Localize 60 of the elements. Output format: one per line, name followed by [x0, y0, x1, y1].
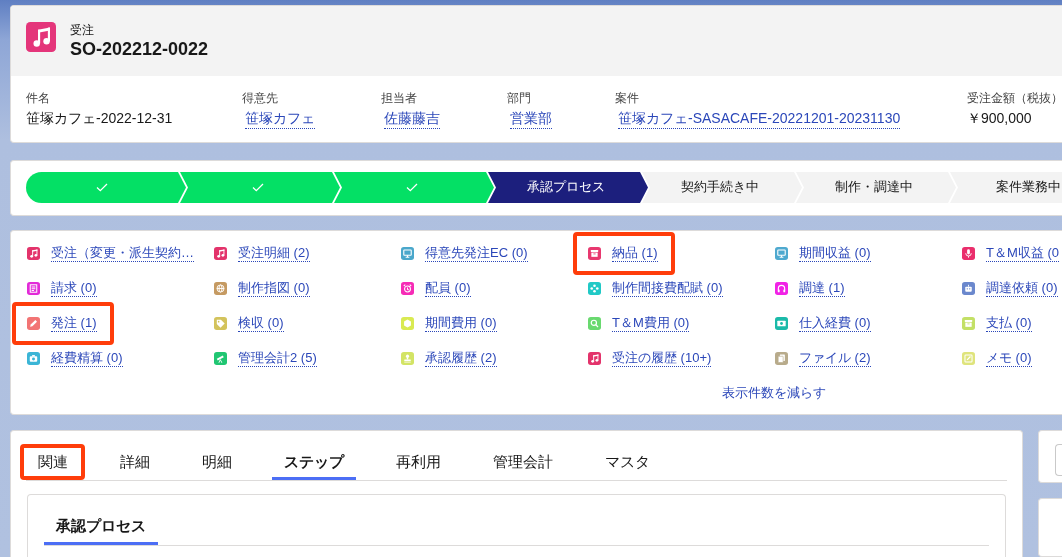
related-link[interactable]: ファイル (2) [799, 350, 871, 367]
related-link[interactable]: 仕入経費 (0) [799, 315, 871, 332]
path-step[interactable]: 制作・調達中 [796, 172, 956, 203]
tab[interactable]: 関連 [26, 444, 80, 480]
tab[interactable]: 再利用 [384, 444, 453, 480]
check-icon [406, 183, 418, 192]
field-value: 笹塚カフェ-2022-12-31 [26, 109, 173, 128]
related-link[interactable]: 管理会計2 (5) [238, 350, 317, 367]
check-icon [96, 183, 108, 192]
related-link[interactable]: 経費精算 (0) [51, 350, 123, 367]
related-link[interactable]: 調達依頼 (0) [986, 280, 1058, 297]
path-step[interactable]: 承認プロセス [488, 172, 648, 203]
related-link[interactable]: 制作間接費配賦 (0) [612, 280, 723, 297]
field-label: 担当者 [381, 91, 417, 106]
related-link[interactable]: T＆M費用 (0) [612, 315, 690, 332]
check-icon [252, 183, 264, 192]
related-link[interactable]: メモ (0) [986, 350, 1032, 367]
side-card [1038, 498, 1062, 557]
field-label: 案件 [615, 91, 639, 106]
tab[interactable]: ステップ [272, 444, 356, 480]
field-value: ￥900,000 [967, 109, 1032, 128]
tab[interactable]: 管理会計 [481, 444, 565, 480]
path-step[interactable] [180, 172, 340, 203]
related-link[interactable]: 受注の履歴 (10+) [612, 350, 712, 367]
related-link[interactable]: 期間費用 (0) [425, 315, 497, 332]
related-link[interactable]: 配員 (0) [425, 280, 471, 297]
path-step[interactable] [334, 172, 494, 203]
field-link[interactable]: 笹塚カフェ [245, 109, 315, 129]
field-link[interactable]: 笹塚カフェ-SASACAFE-20221201-20231130 [618, 109, 901, 129]
field-link[interactable]: 営業部 [510, 109, 552, 129]
path-step[interactable] [26, 172, 186, 203]
related-link[interactable]: 発注 (1) [51, 315, 97, 332]
related-link[interactable]: 得意先発注EC (0) [425, 245, 528, 262]
tab[interactable]: 詳細 [108, 444, 162, 480]
input-field[interactable] [1055, 444, 1062, 476]
related-link[interactable]: 制作指図 (0) [238, 280, 310, 297]
subtab[interactable]: 承認プロセス [44, 508, 158, 545]
related-link[interactable]: 支払 (0) [986, 315, 1032, 332]
tab[interactable]: 明細 [190, 444, 244, 480]
field-label: 得意先 [242, 91, 278, 106]
record-title: SO-202212-0022 [70, 38, 209, 60]
path-step[interactable]: 契約手続き中 [642, 172, 802, 203]
tab[interactable]: マスタ [593, 444, 662, 480]
related-link[interactable]: 受注明細 (2) [238, 245, 310, 262]
show-less-link[interactable]: 表示件数を減らす [722, 384, 826, 402]
field-label: 部門 [507, 91, 531, 106]
music-note-icon [26, 22, 56, 52]
field-label: 件名 [26, 91, 50, 106]
field-link[interactable]: 佐藤藤吉 [384, 109, 440, 129]
related-link[interactable]: 検収 (0) [238, 315, 284, 332]
path-step[interactable]: 案件業務中 [950, 172, 1062, 203]
field-label: 受注金額（税抜） [967, 91, 1062, 106]
related-link[interactable]: 納品 (1) [612, 245, 658, 262]
related-link[interactable]: 期間収益 (0) [799, 245, 871, 262]
related-link[interactable]: 調達 (1) [799, 280, 845, 297]
related-link[interactable]: 受注（変更・派生契約… [51, 245, 194, 262]
related-link[interactable]: T＆M収益 (0 [986, 245, 1059, 262]
related-link[interactable]: 請求 (0) [51, 280, 97, 297]
object-type-label: 受注 [70, 22, 95, 38]
related-link[interactable]: 承認履歴 (2) [425, 350, 497, 367]
